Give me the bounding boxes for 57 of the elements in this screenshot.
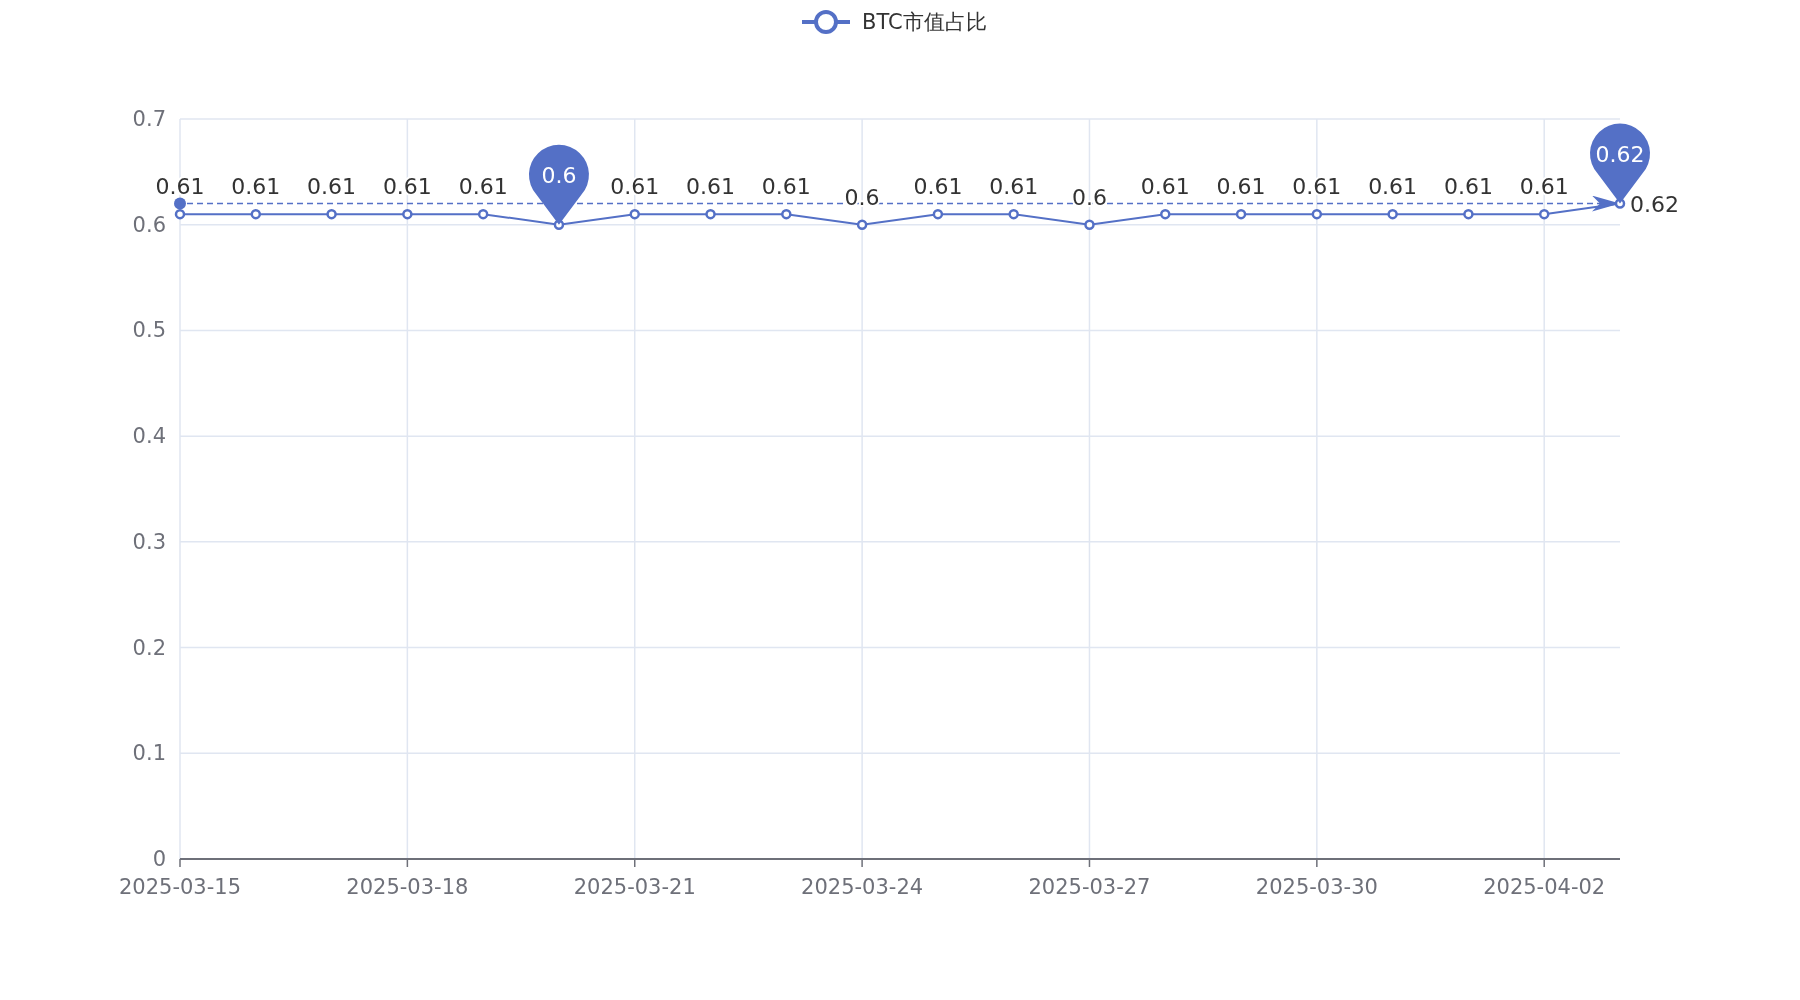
data-point[interactable]	[1311, 208, 1323, 220]
data-point[interactable]	[781, 208, 792, 220]
data-label: 0.61	[1519, 174, 1569, 200]
data-point[interactable]	[402, 208, 413, 220]
data-point[interactable]	[326, 208, 337, 220]
data-label: 0.61	[610, 174, 660, 200]
y-axis-label: 0.2	[132, 635, 166, 660]
legend-icon[interactable]	[802, 10, 850, 34]
legend-label[interactable]: BTC市值占比	[862, 10, 987, 34]
data-point[interactable]	[1387, 208, 1398, 220]
data-point[interactable]	[174, 208, 186, 220]
data-point[interactable]	[1084, 219, 1095, 230]
x-axis-label: 2025-03-24	[801, 875, 924, 899]
data-label: 0.61	[458, 174, 508, 200]
data-point[interactable]	[477, 208, 489, 220]
data-label: 0.61	[307, 174, 357, 200]
data-point[interactable]	[1235, 208, 1247, 220]
data-point[interactable]	[1538, 208, 1550, 220]
data-label: 0.61	[761, 174, 811, 200]
data-point[interactable]	[1008, 208, 1019, 220]
data-label: 0.61	[913, 174, 963, 200]
data-label: 0.6	[1071, 184, 1107, 210]
y-axis-label: 0.3	[132, 529, 166, 554]
y-axis-label: 0	[152, 847, 166, 871]
data-label: 0.61	[989, 174, 1039, 200]
mark-line-start-dot	[174, 197, 186, 210]
pin-label: 0.6	[541, 162, 577, 188]
x-axis-label: 2025-03-30	[1255, 875, 1378, 899]
y-axis-label: 0.5	[132, 318, 166, 343]
data-label: 0.61	[1216, 174, 1266, 200]
x-axis-label: 2025-03-15	[119, 875, 241, 899]
x-axis-label: 2025-04-02	[1483, 875, 1606, 899]
data-point[interactable]	[250, 208, 262, 220]
x-axis-label: 2025-03-27	[1028, 875, 1151, 899]
data-label: 0.61	[1292, 174, 1342, 200]
data-label: 0.61	[686, 174, 735, 200]
data-label: 0.61	[231, 174, 281, 200]
data-label: 0.61	[382, 174, 432, 200]
data-point[interactable]	[1160, 208, 1171, 220]
data-point[interactable]	[932, 208, 944, 220]
data-label: 0.61	[1140, 174, 1190, 200]
data-label: 0.61	[155, 174, 205, 200]
y-axis-label: 0.7	[132, 107, 166, 131]
data-point[interactable]	[1463, 208, 1474, 220]
pin-label: 0.62	[1595, 141, 1645, 167]
y-axis-label: 0.6	[132, 212, 166, 237]
mark-line-label: 0.62	[1630, 191, 1679, 217]
data-label: 0.61	[1443, 174, 1493, 200]
data-point[interactable]	[629, 208, 640, 220]
data-point[interactable]	[856, 219, 868, 230]
data-label: 0.6	[844, 184, 880, 210]
data-label: 0.61	[1368, 174, 1418, 200]
x-axis-label: 2025-03-21	[573, 875, 696, 899]
x-axis-label: 2025-03-18	[346, 875, 469, 899]
y-axis-label: 0.1	[132, 741, 166, 766]
data-point[interactable]	[705, 208, 716, 220]
y-axis-label: 0.4	[132, 424, 166, 449]
